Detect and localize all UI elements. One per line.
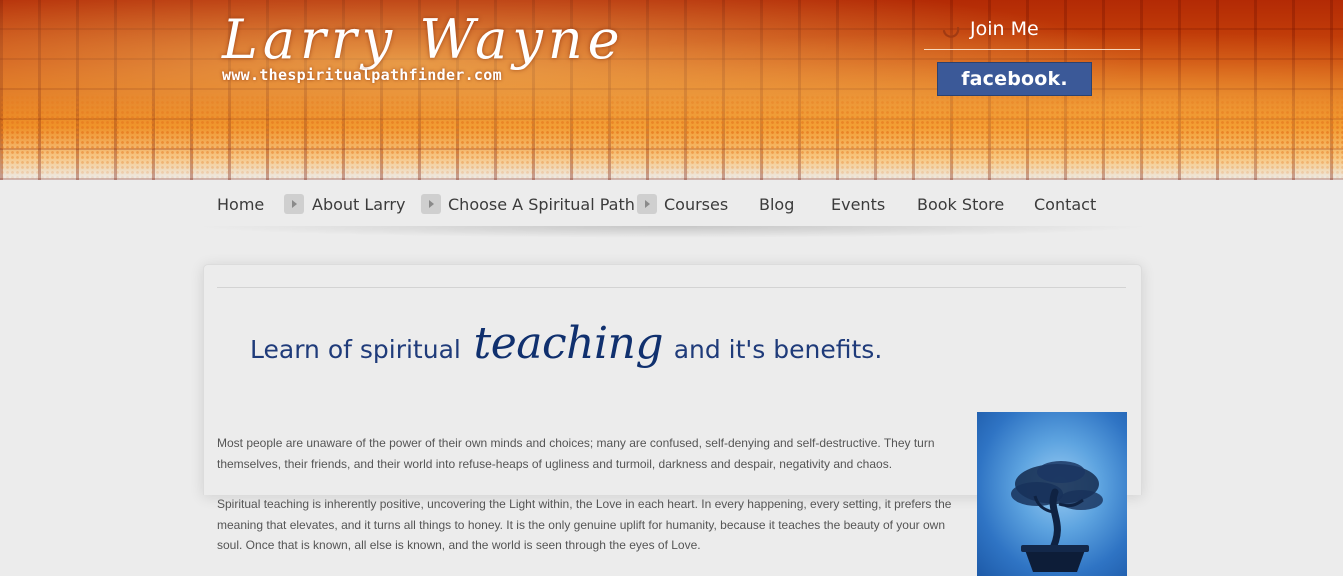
nav-item-events[interactable]: Events bbox=[831, 185, 885, 225]
nav-shadow-divider bbox=[190, 226, 1155, 238]
body-paragraph: Spiritual teaching is inherently positiv… bbox=[217, 497, 952, 552]
join-me-link[interactable]: Join Me bbox=[924, 14, 1140, 50]
body-paragraph: Most people are unaware of the power of … bbox=[217, 436, 935, 471]
nav-item-contact[interactable]: Contact bbox=[1034, 185, 1096, 225]
nav-item-choose-a-spiritual-path[interactable]: Choose A Spiritual Path bbox=[448, 185, 635, 225]
bonsai-tree-icon bbox=[1011, 461, 1103, 572]
site-logo-url[interactable]: www.thespiritualpathfinder.com bbox=[222, 66, 502, 84]
headline-part-3: and it's benefits. bbox=[673, 335, 883, 364]
facebook-button[interactable]: facebook. bbox=[937, 62, 1092, 96]
join-swirl-icon bbox=[942, 26, 960, 38]
bonsai-tree-image bbox=[977, 412, 1127, 576]
nav-arrow-icon bbox=[637, 194, 657, 214]
site-logo-name[interactable]: Larry Wayne bbox=[222, 8, 625, 71]
content-divider bbox=[217, 287, 1126, 288]
main-navigation: Home About Larry Choose A Spiritual Path… bbox=[206, 185, 1146, 225]
page-headline: Learn of spiritual teaching and it's ben… bbox=[250, 318, 882, 369]
headline-emphasis: teaching bbox=[473, 318, 664, 369]
nav-item-courses[interactable]: Courses bbox=[664, 185, 728, 225]
join-me-label: Join Me bbox=[970, 18, 1039, 40]
nav-item-blog[interactable]: Blog bbox=[759, 185, 794, 225]
headline-part-1: Learn of spiritual bbox=[250, 335, 461, 364]
header-halftone-decoration bbox=[0, 95, 1343, 180]
nav-arrow-icon bbox=[284, 194, 304, 214]
nav-item-home[interactable]: Home bbox=[217, 185, 264, 225]
nav-item-about-larry[interactable]: About Larry bbox=[312, 185, 405, 225]
header-banner bbox=[0, 0, 1343, 180]
nav-arrow-icon bbox=[421, 194, 441, 214]
nav-item-book-store[interactable]: Book Store bbox=[917, 185, 1004, 225]
